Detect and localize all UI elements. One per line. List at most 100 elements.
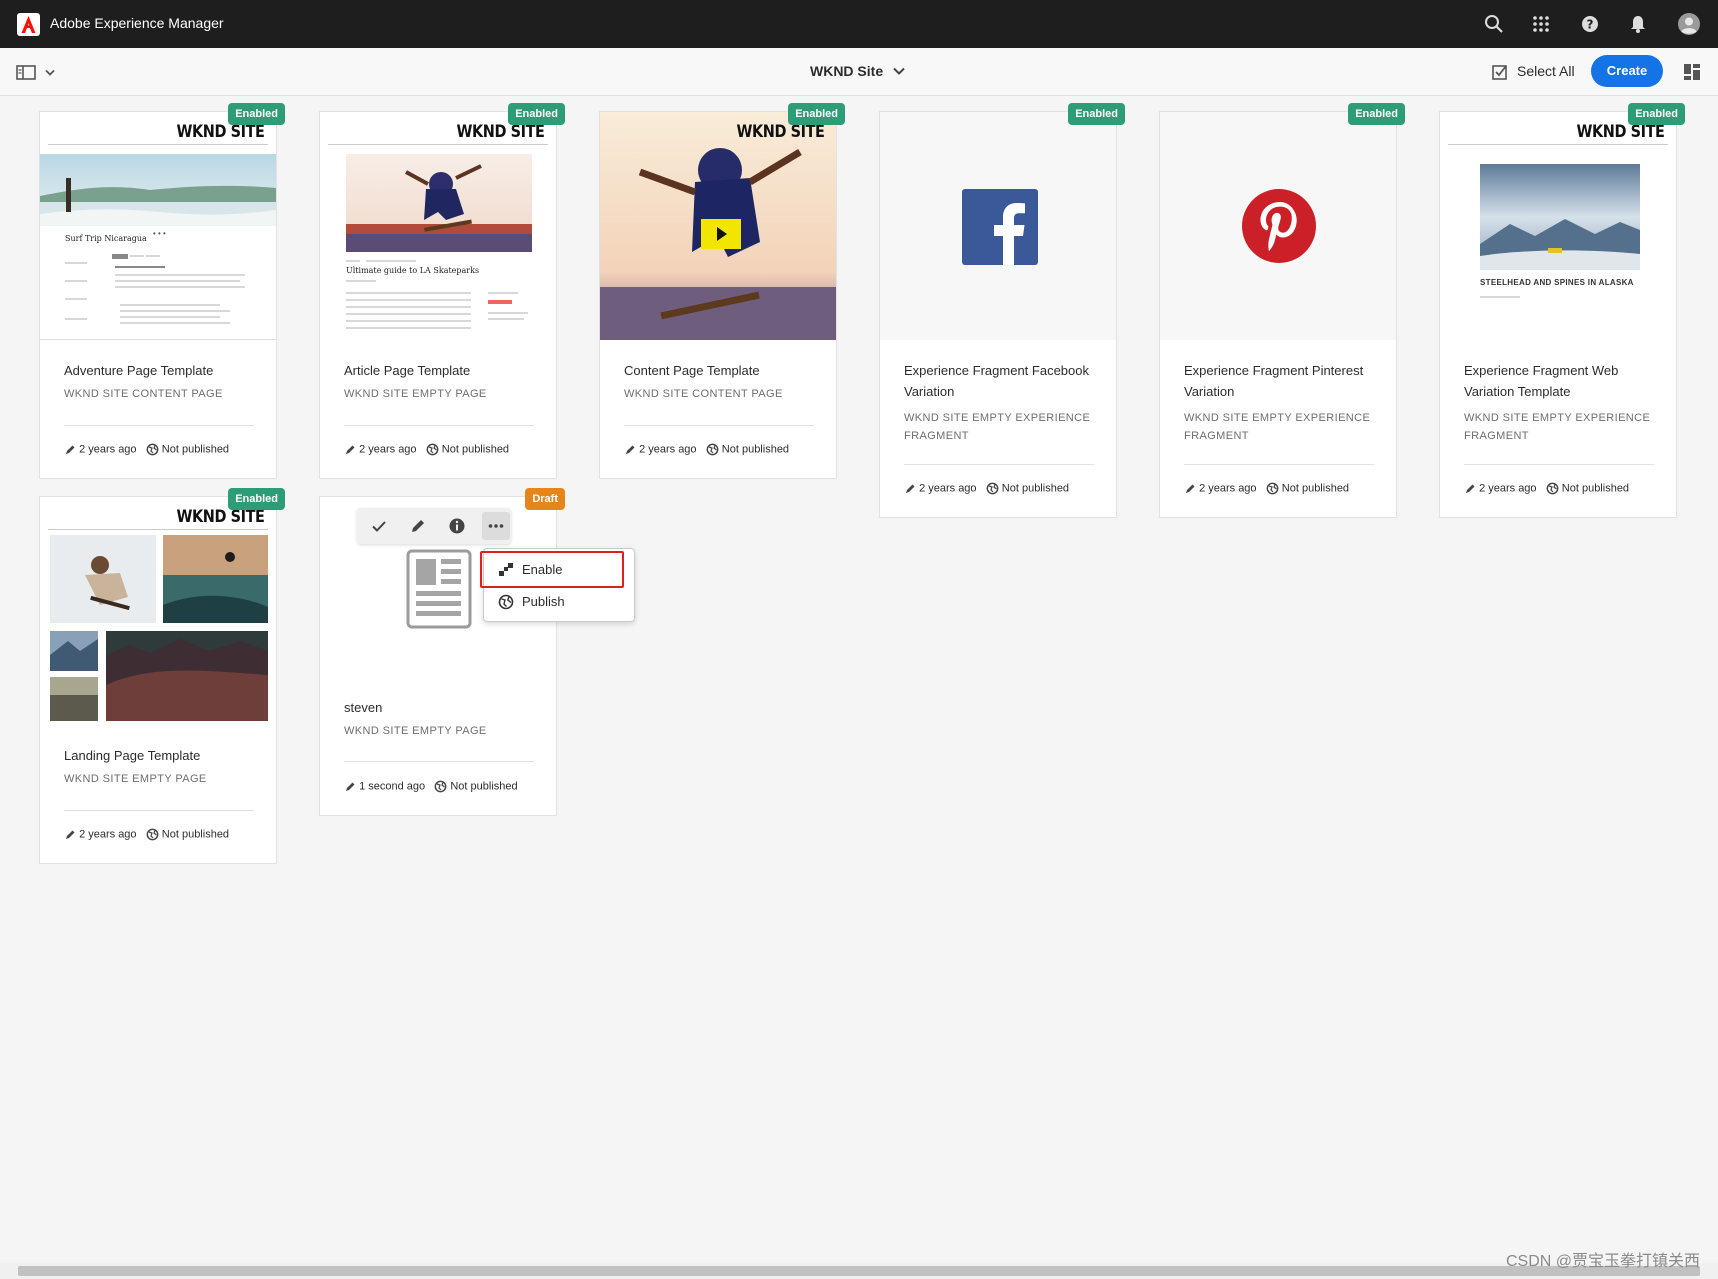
edit-pencil-icon — [66, 830, 75, 839]
publish-status: Not published — [441, 443, 510, 456]
search-icon[interactable] — [1482, 12, 1506, 36]
adobe-logo-icon[interactable] — [17, 13, 40, 36]
facebook-icon — [962, 189, 1038, 265]
publish-status: Not published — [161, 443, 230, 456]
card-subtitle: WKND SITE CONTENT PAGE — [624, 388, 783, 400]
skater-video-thumbnail — [600, 112, 836, 340]
template-card[interactable]: Enabled Experience Fragment Facebook Var… — [879, 103, 1125, 518]
menu-item-publish[interactable]: Publish — [484, 587, 634, 617]
thumb-caption: STEELHEAD AND SPINES IN ALASKA — [1480, 278, 1634, 287]
carousel-dots: • • • — [153, 229, 166, 238]
card-meta: 2 years ago Not published — [904, 482, 1069, 495]
edit-pencil-icon — [1186, 484, 1195, 493]
user-avatar-icon[interactable] — [1677, 12, 1701, 36]
modified-time: 2 years ago — [639, 443, 697, 456]
status-badge: Enabled — [1348, 103, 1405, 125]
card-title: Experience Fragment Pinterest Variation — [1184, 363, 1364, 399]
thumb-heading: Surf Trip Nicaragua — [65, 234, 147, 243]
modified-time: 2 years ago — [1479, 482, 1537, 495]
skater-photo — [346, 154, 532, 252]
create-button[interactable]: Create — [1591, 55, 1663, 87]
decor — [130, 255, 144, 257]
scrollbar-thumb[interactable] — [18, 1266, 1700, 1276]
modified-time: 2 years ago — [1199, 482, 1257, 495]
divider — [344, 425, 534, 426]
modified-time: 2 years ago — [79, 828, 137, 841]
card-title: steven — [344, 700, 383, 715]
modified-time: 2 years ago — [79, 443, 137, 456]
rail-toggle-button[interactable] — [15, 62, 61, 84]
decor — [65, 262, 87, 264]
divider — [1464, 464, 1654, 465]
modified-time: 1 second ago — [359, 780, 426, 793]
card-meta: 2 years ago Not published — [64, 443, 229, 456]
card-subtitle: WKND SITE EMPTY PAGE — [344, 388, 487, 400]
status-badge: Enabled — [788, 103, 845, 125]
globe-icon — [498, 594, 514, 610]
shell-header: Adobe Experience Manager ? — [0, 0, 1718, 48]
decor — [65, 318, 87, 320]
edit-pencil-icon[interactable] — [404, 512, 432, 540]
app-title[interactable]: Adobe Experience Manager — [50, 15, 224, 31]
action-bar: WKND Site Select All Create — [0, 48, 1718, 96]
card-subtitle: WKND SITE EMPTY EXPERIENCE FRAGMENT — [904, 412, 1091, 442]
globe-icon — [706, 443, 719, 456]
svg-text:?: ? — [1587, 18, 1594, 32]
pinterest-icon — [1242, 189, 1316, 263]
wknd-logo-text: WKND SITE — [176, 507, 264, 527]
card-thumbnail: WKND SITE — [40, 497, 276, 725]
card-meta: 2 years ago Not published — [624, 443, 789, 456]
apps-grid-icon[interactable] — [1529, 12, 1553, 36]
card-meta: 1 second ago Not published — [344, 780, 518, 793]
check-icon[interactable] — [365, 512, 393, 540]
card-title: Article Page Template — [344, 363, 471, 378]
globe-icon — [1546, 482, 1559, 495]
divider — [1448, 144, 1668, 145]
status-badge: Draft — [525, 488, 565, 510]
card-title: Experience Fragment Facebook Variation — [904, 363, 1089, 399]
card-thumbnail: WKND SITE — [600, 112, 836, 340]
status-badge: Enabled — [508, 103, 565, 125]
template-card[interactable]: WKND SITE • • • Surf Trip Nicaragua Enab… — [39, 103, 285, 479]
card-subtitle: WKND SITE EMPTY EXPERIENCE FRAGMENT — [1464, 412, 1651, 442]
template-card[interactable]: Enabled Experience Fragment Pinterest Va… — [1159, 103, 1405, 518]
publish-status: Not published — [1561, 482, 1630, 495]
help-icon[interactable]: ? — [1578, 12, 1602, 36]
horizontal-scrollbar[interactable] — [0, 1263, 1718, 1279]
menu-item-label: Publish — [522, 594, 565, 609]
divider — [64, 810, 254, 811]
bell-icon[interactable] — [1626, 12, 1650, 36]
wknd-logo-text: WKND SITE — [456, 122, 544, 142]
status-badge: Enabled — [228, 488, 285, 510]
site-title[interactable]: WKND Site — [810, 63, 883, 79]
card-subtitle: WKND SITE EMPTY PAGE — [64, 773, 207, 785]
card-title: Content Page Template — [624, 363, 760, 378]
divider — [328, 144, 548, 145]
template-card[interactable]: WKND SITE Ultimate guide to LA Skatepark… — [319, 103, 565, 479]
globe-icon — [426, 443, 439, 456]
decor — [346, 280, 376, 282]
thumb-heading: Ultimate guide to LA Skateparks — [346, 266, 480, 275]
more-icon[interactable] — [482, 512, 510, 540]
chevron-down-icon[interactable] — [890, 62, 908, 80]
view-switcher-icon[interactable] — [1683, 63, 1701, 81]
card-thumbnail: WKND SITE Ultimate guide to LA Skatepark… — [320, 112, 556, 340]
template-card[interactable]: Draft steven WKND SITE EMPTY PAGE 1 seco… — [319, 488, 565, 816]
globe-icon — [146, 828, 159, 841]
template-card[interactable]: WKND SITE STEELHEAD AND SPINES IN ALASKA… — [1439, 103, 1685, 518]
publish-status: Not published — [1281, 482, 1350, 495]
status-badge: Enabled — [1068, 103, 1125, 125]
card-thumbnail — [880, 112, 1116, 340]
card-thumbnail: WKND SITE STEELHEAD AND SPINES IN ALASKA — [1440, 112, 1676, 340]
card-thumbnail — [1160, 112, 1396, 340]
card-title: Landing Page Template — [64, 748, 201, 763]
wknd-logo-text: WKND SITE — [736, 122, 824, 142]
edit-pencil-icon — [906, 484, 915, 493]
decor — [346, 299, 471, 301]
card-meta: 2 years ago Not published — [1464, 482, 1629, 495]
modified-time: 2 years ago — [359, 443, 417, 456]
decor — [115, 280, 240, 282]
template-card[interactable]: WKND SITE Enabled Landing Page Template … — [39, 488, 285, 864]
template-card[interactable]: WKND SITE Enabled Content Page Template … — [599, 103, 845, 479]
info-icon[interactable] — [443, 512, 471, 540]
